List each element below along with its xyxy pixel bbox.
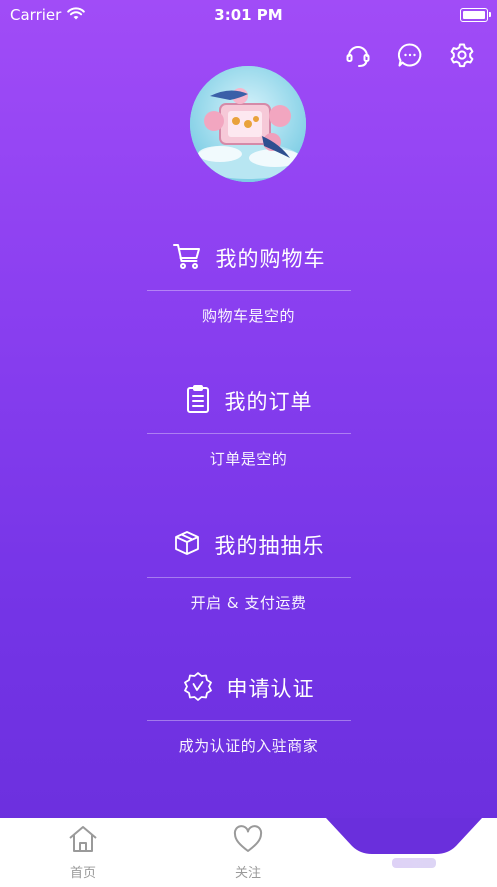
- certification-title: 申请认证: [226, 677, 315, 701]
- tab-mine-active[interactable]: [326, 818, 482, 883]
- tab-bar: 首页 关注: [0, 818, 497, 883]
- certification-subtitle: 成为认证的入驻商家: [178, 737, 319, 755]
- cart-button[interactable]: 我的购物车: [0, 238, 497, 278]
- divider: [146, 290, 351, 291]
- divider: [146, 720, 351, 721]
- heart-icon: [232, 824, 264, 858]
- gear-icon[interactable]: [447, 40, 477, 70]
- orders-button[interactable]: 我的订单: [0, 381, 497, 421]
- lucky-draw-subtitle: 开启 & 支付运费: [190, 594, 307, 612]
- section-lucky-draw: 我的抽抽乐 开启 & 支付运费: [0, 525, 497, 613]
- tab-follow-label: 关注: [234, 866, 261, 881]
- status-bar: Carrier 3:01 PM: [0, 0, 497, 30]
- orders-title: 我的订单: [224, 390, 313, 414]
- orders-subtitle: 订单是空的: [209, 450, 288, 468]
- mine-label-blurred: [392, 858, 436, 868]
- divider: [146, 433, 351, 434]
- clipboard-icon: [185, 384, 211, 418]
- headset-icon[interactable]: [343, 40, 373, 70]
- tab-follow[interactable]: 关注: [213, 824, 283, 881]
- cart-title: 我的购物车: [215, 247, 326, 271]
- clock: 3:01 PM: [214, 6, 283, 24]
- tab-home[interactable]: 首页: [48, 824, 118, 881]
- section-orders: 我的订单 订单是空的: [0, 381, 497, 469]
- profile-screen: Carrier 3:01 PM 我的购物车 购物车是空的 我的订单 订单是空的 …: [0, 0, 497, 883]
- section-cart: 我的购物车 购物车是空的: [0, 238, 497, 326]
- lucky-draw-button[interactable]: 我的抽抽乐: [0, 525, 497, 565]
- box-icon: [173, 529, 201, 561]
- battery-icon: [460, 8, 491, 22]
- cart-subtitle: 购物车是空的: [201, 307, 295, 325]
- badge-check-icon: [183, 671, 213, 705]
- chat-bubble-icon[interactable]: [395, 40, 425, 70]
- certification-button[interactable]: 申请认证: [0, 668, 497, 708]
- home-icon: [67, 824, 99, 858]
- divider: [146, 577, 351, 578]
- cart-icon: [172, 241, 202, 275]
- top-actions: [343, 40, 477, 70]
- tab-home-label: 首页: [69, 866, 96, 881]
- lucky-draw-title: 我的抽抽乐: [214, 534, 325, 558]
- avatar[interactable]: [190, 66, 306, 182]
- section-certification: 申请认证 成为认证的入驻商家: [0, 668, 497, 756]
